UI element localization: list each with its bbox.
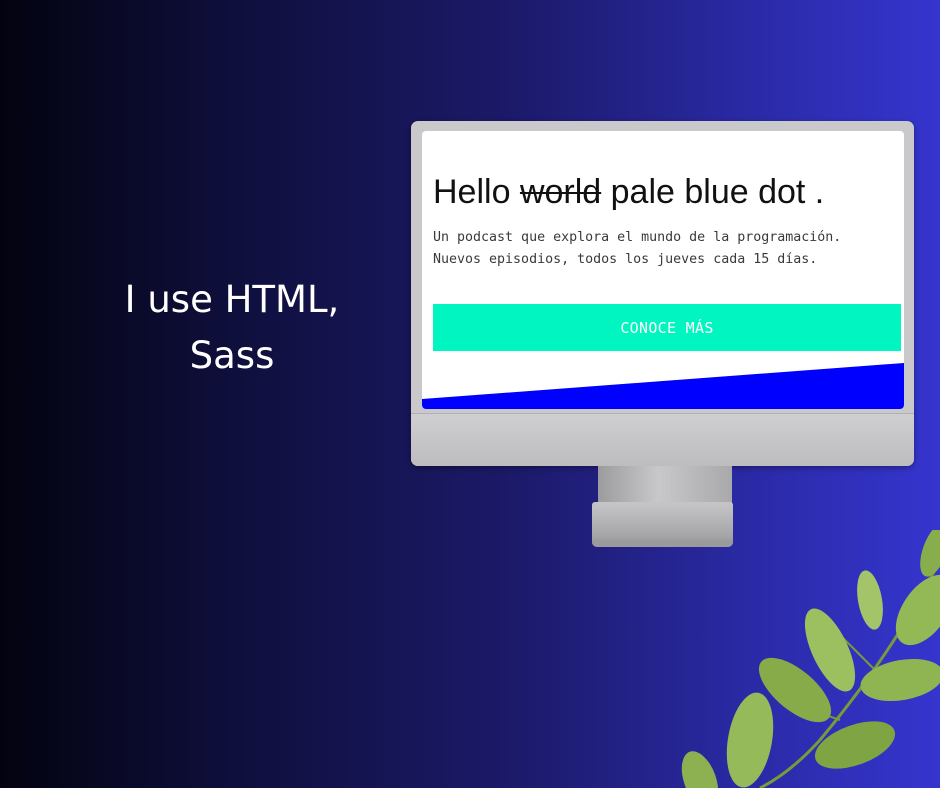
monitor-neck — [598, 466, 732, 504]
tagline: I use HTML, Sass — [92, 272, 372, 384]
tagline-line-2: Sass — [189, 334, 275, 377]
blue-wedge-shape — [422, 363, 904, 409]
tagline-line-1: I use HTML, — [124, 278, 340, 321]
monitor-screen: Hello world pale blue dot . Un podcast q… — [422, 131, 904, 409]
leaf-branch-icon — [681, 530, 940, 788]
monitor-chin — [411, 413, 914, 466]
